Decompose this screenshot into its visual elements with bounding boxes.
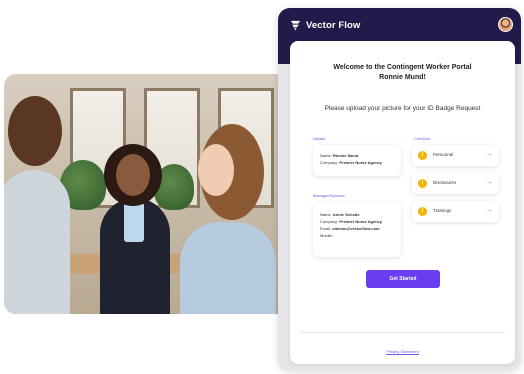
exclamation-icon: ! [418, 151, 427, 160]
get-started-button[interactable]: Get Started [366, 270, 440, 288]
brand-name: Vector Flow [306, 20, 361, 31]
checklist-item-label: Trainings [433, 208, 452, 213]
checklist-item-label: Personnel [433, 152, 454, 157]
manager-name: Name: Annie Schultz [320, 212, 360, 217]
details-card: Name: Ronnie Mund Company: Premier Nurse… [313, 145, 401, 176]
vector-flow-logo-icon [290, 20, 301, 31]
user-avatar[interactable] [498, 17, 513, 32]
upload-prompt: Please upload your picture for your ID B… [324, 105, 481, 112]
checklist-item-label: Disclosures [433, 180, 457, 185]
privacy-statement-link[interactable]: Privacy Statement [290, 349, 515, 354]
arrow-right-icon: → [486, 151, 493, 158]
manager-mobile: Mobile: [320, 233, 333, 238]
checklist-item-personnel[interactable]: ! Personnel → [412, 145, 499, 166]
arrow-right-icon: → [486, 207, 493, 214]
checklist-label: Checklist [414, 136, 431, 141]
manager-email: Email: vtdemo@vectorflow.com [320, 226, 380, 231]
details-label: Details [313, 136, 326, 141]
brand[interactable]: Vector Flow [290, 20, 360, 31]
welcome-line-1: Welcome to the Contingent Worker Portal [333, 64, 472, 71]
exclamation-icon: ! [418, 207, 427, 216]
details-company: Company: Premier Nurse Agency [320, 160, 383, 165]
manager-company: Company: Premier Nurse Agency [320, 219, 383, 224]
manager-label: Manager/Sponsor [313, 193, 345, 198]
arrow-right-icon: → [486, 179, 493, 186]
welcome-heading: Welcome to the Contingent Worker Portal … [290, 63, 515, 83]
welcome-line-2: Ronnie Mund! [379, 74, 426, 81]
checklist-item-trainings[interactable]: ! Trainings → [412, 201, 499, 222]
hero-photo [4, 74, 294, 314]
checklist-item-disclosures[interactable]: ! Disclosures → [412, 173, 499, 194]
portal-card: Welcome to the Contingent Worker Portal … [290, 41, 515, 364]
checklist: ! Personnel → ! Disclosures → ! Training… [412, 145, 499, 225]
footer-divider [300, 332, 505, 333]
portal-window: Vector Flow Welcome to the Contingent Wo… [278, 8, 521, 370]
manager-card: Name: Annie Schultz Company: Premier Nur… [313, 202, 401, 257]
details-name: Name: Ronnie Mund [320, 153, 359, 158]
exclamation-icon: ! [418, 179, 427, 188]
